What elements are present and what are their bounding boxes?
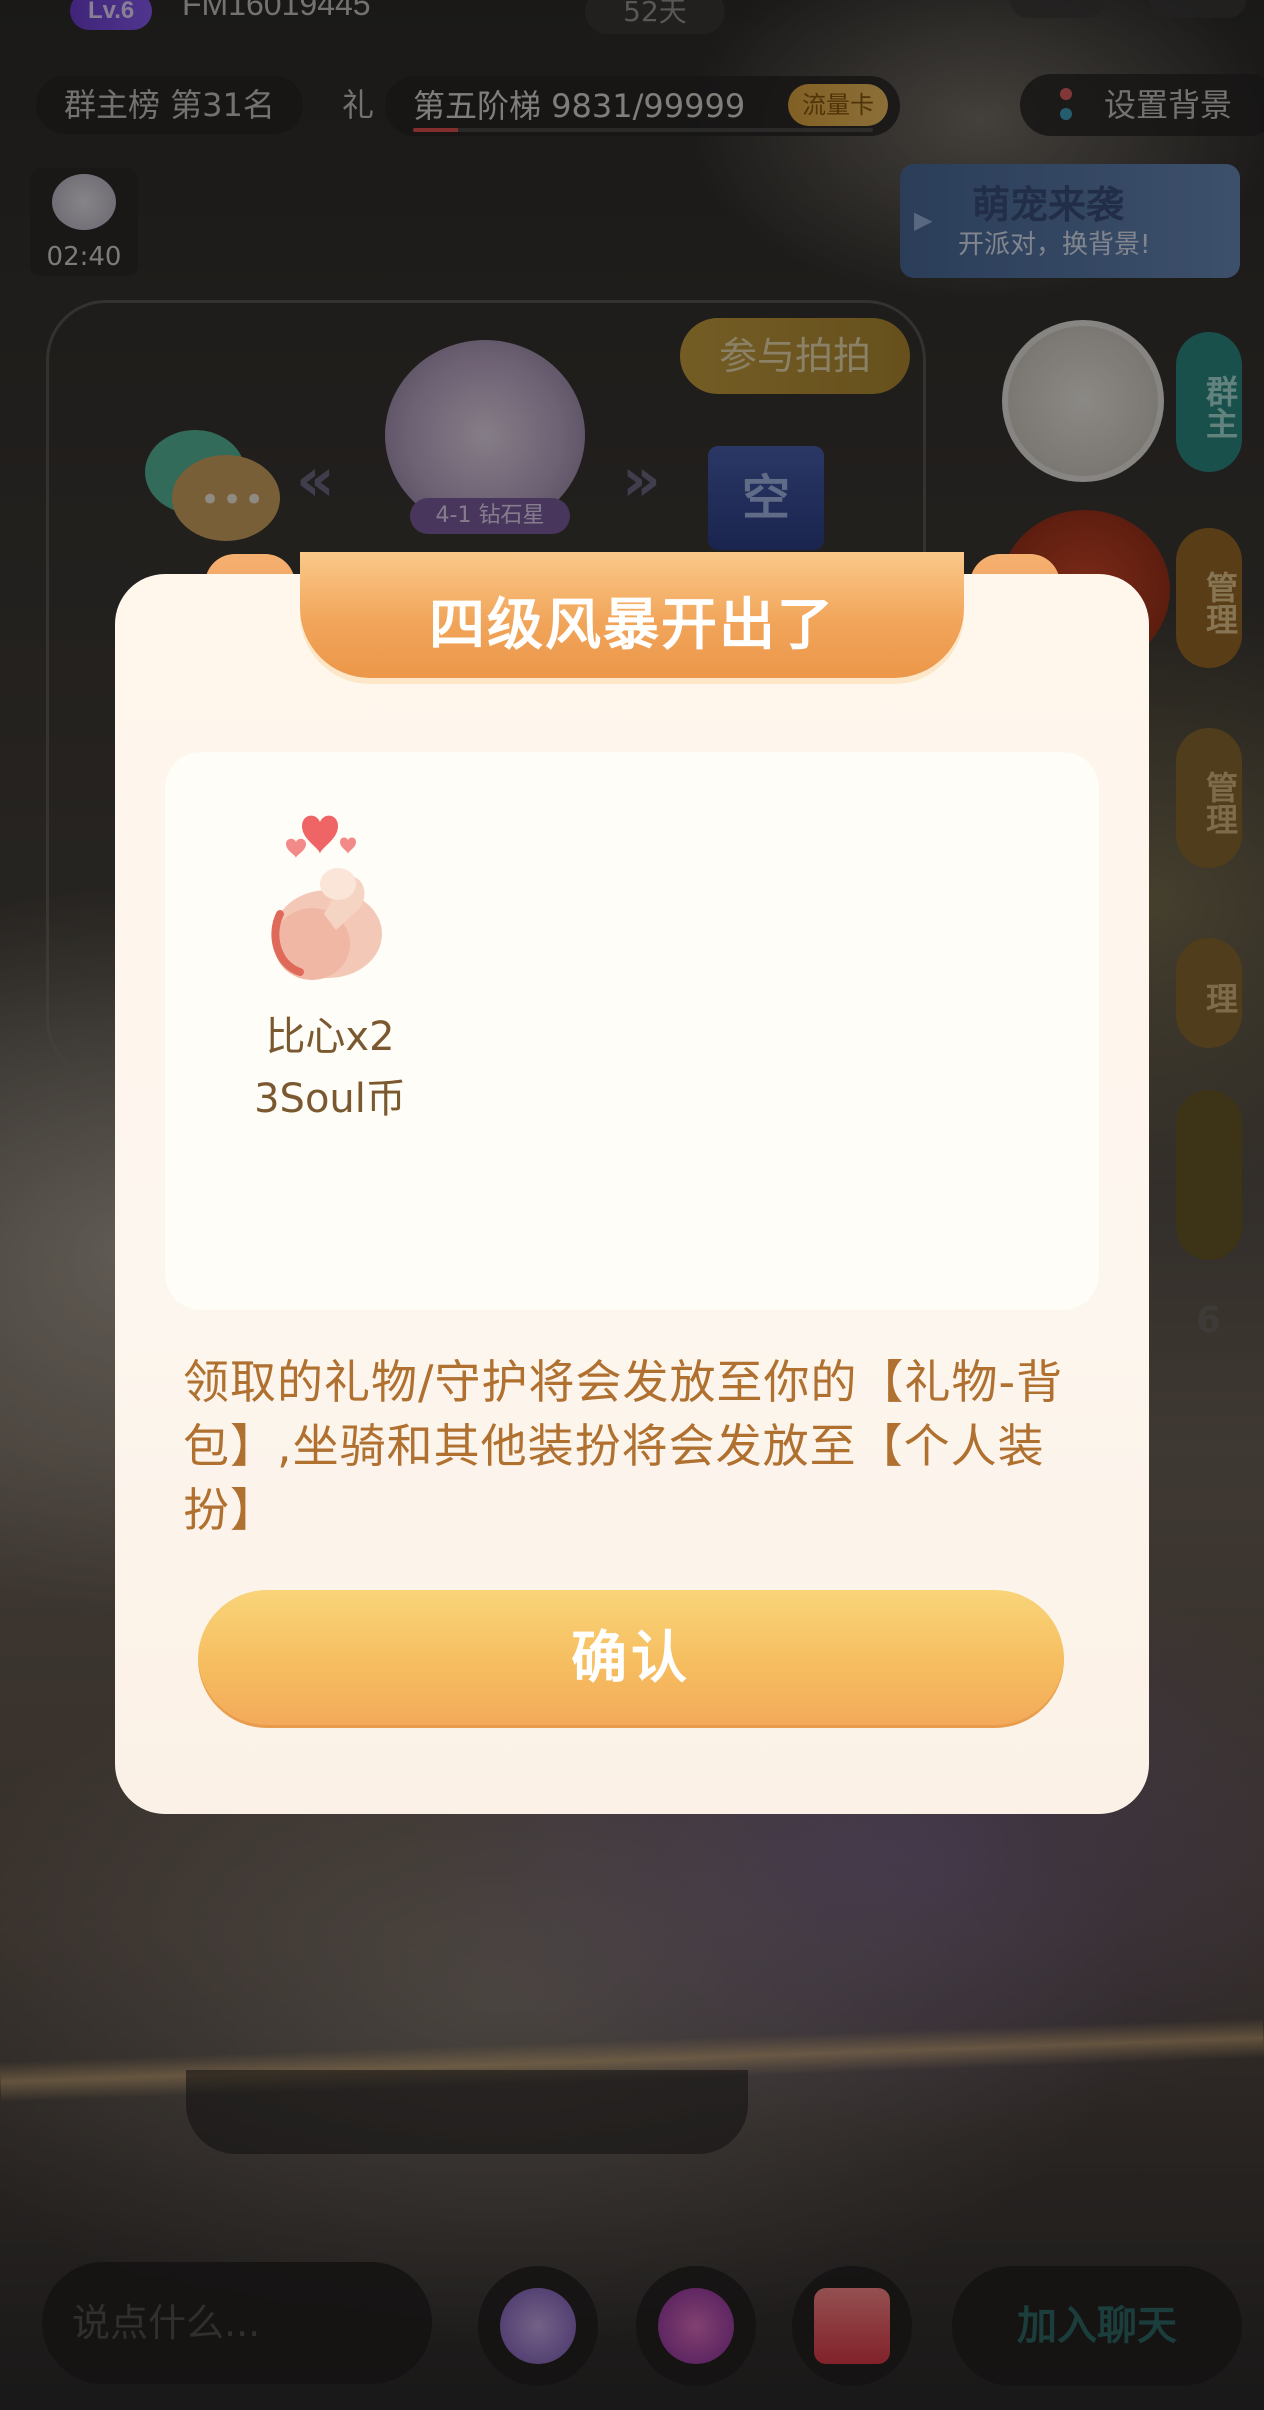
finger-heart-icon [250,804,410,984]
reward-notice: 领取的礼物/守护将会发放至你的【礼物-背包】,坐骑和其他装扮将会发放至【个人装扮… [183,1355,1064,1537]
reward-panel: 比心x2 3Soul币 [165,752,1099,1310]
reward-name: 比心x2 [265,1014,395,1060]
reward-coin: 3Soul币 [254,1076,406,1122]
dialog-title: 四级风暴开出了 [429,593,835,658]
dialog-header: 四级风暴开出了 [300,552,964,678]
confirm-button[interactable]: 确认 [198,1590,1064,1728]
